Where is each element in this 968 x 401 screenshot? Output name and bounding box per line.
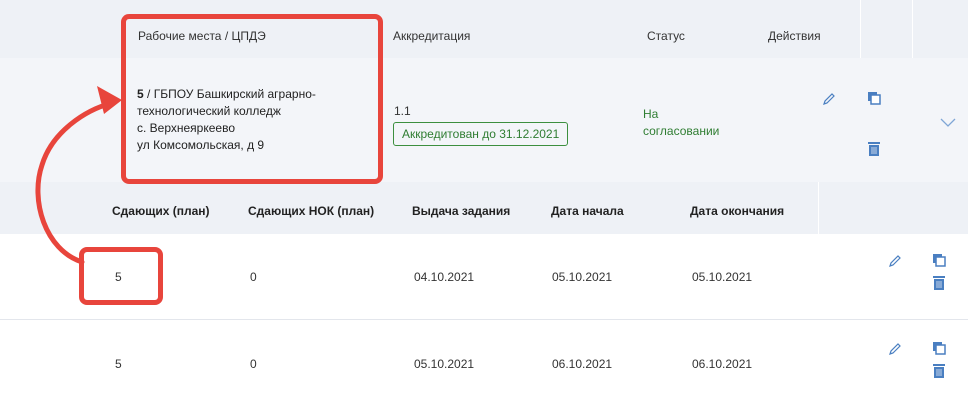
annotation-arrow [35, 86, 122, 265]
